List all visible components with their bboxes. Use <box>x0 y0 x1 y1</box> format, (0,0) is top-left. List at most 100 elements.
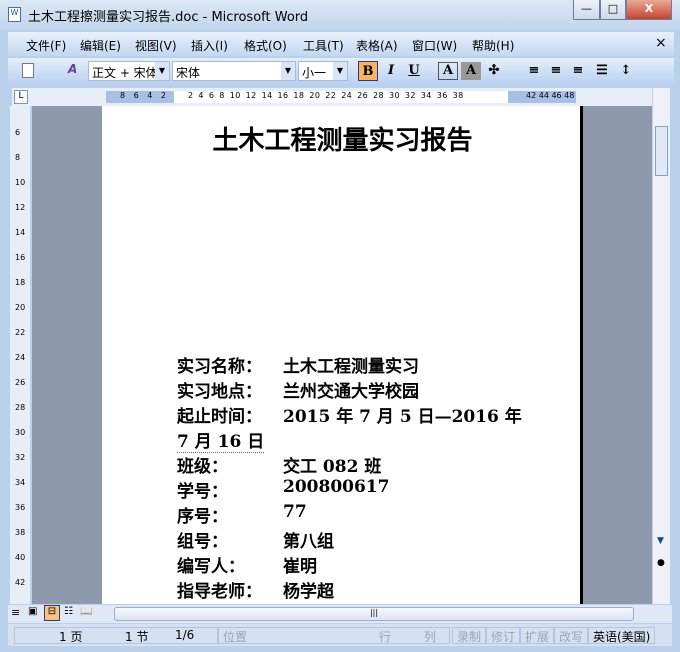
field-value: 兰州交通大学校园 <box>283 382 419 402</box>
normal-view-icon[interactable]: ≡ <box>11 606 20 619</box>
menu-help[interactable]: 帮助(H) <box>472 37 514 54</box>
status-track-changes[interactable]: 修订 <box>486 627 521 644</box>
vruler-number: 26 <box>15 378 26 387</box>
reading-layout-icon[interactable]: 📖 <box>80 606 92 617</box>
tab-selector-icon[interactable]: L <box>14 90 28 104</box>
vruler-number: 40 <box>15 553 26 562</box>
ruler-text-area: 2 4 6 8 10 12 14 16 18 20 22 24 26 28 30… <box>188 91 464 100</box>
horizontal-scrollbar[interactable]: ≡ ▣ ⊟ ☷ 📖 ||| <box>8 605 672 623</box>
maximize-button[interactable]: □ <box>600 0 626 20</box>
menu-view[interactable]: 视图(V) <box>135 37 177 54</box>
field-value: 交工 082 班 <box>283 457 382 477</box>
status-record[interactable]: 录制 <box>452 627 487 644</box>
character-border-button[interactable]: A <box>438 62 458 80</box>
status-extend[interactable]: 扩展 <box>520 627 555 644</box>
field-row: 实习名称： 土木工程测量实习 <box>177 352 419 377</box>
style-value: 正文 + 宋体 <box>92 66 158 80</box>
horizontal-scroll-thumb[interactable]: ||| <box>114 607 634 621</box>
status-bar: 1 页 1 节 1/6 位置 行 列 录制 修订 扩展 改写 英语(美国) <box>8 624 672 646</box>
field-row: 班级： 交工 082 班 <box>177 452 381 477</box>
style-select[interactable]: 正文 + 宋体 ▼ <box>88 61 170 81</box>
status-page: 1 页 <box>59 630 83 644</box>
menu-bar: 文件(F) 编辑(E) 视图(V) 插入(I) 格式(O) 工具(T) 表格(A… <box>8 32 674 56</box>
field-label: 实习名称： <box>177 357 262 377</box>
italic-button[interactable]: I <box>381 61 401 81</box>
close-document-button[interactable]: × <box>655 35 667 51</box>
align-center-icon[interactable]: ≡ <box>546 61 566 81</box>
field-row: 指导老师： 杨学超 <box>177 577 334 602</box>
select-browse-object-icon[interactable]: ● <box>657 558 665 568</box>
character-scaling-icon[interactable]: ✣ <box>484 61 504 81</box>
font-size-select[interactable]: 小一 ▼ <box>298 61 348 81</box>
bold-button[interactable]: B <box>358 61 378 81</box>
vruler-number: 32 <box>15 453 26 462</box>
field-value: 土木工程测量实习 <box>283 357 419 377</box>
distributed-align-icon[interactable]: ☰ <box>592 61 612 81</box>
field-row: 7 月 16 日 <box>177 427 265 453</box>
web-layout-view-icon[interactable]: ▣ <box>28 606 37 617</box>
vruler-number: 24 <box>15 353 26 362</box>
field-row: 编写人： 崔明 <box>177 552 317 577</box>
field-value: 77 <box>283 502 307 522</box>
scroll-thumb[interactable] <box>655 126 668 176</box>
vruler-number: 42 <box>15 578 26 587</box>
print-layout-view-icon[interactable]: ⊟ <box>44 605 60 621</box>
vruler-number: 14 <box>15 228 26 237</box>
menu-tools[interactable]: 工具(T) <box>303 37 344 54</box>
window-title: 土木工程擦测量实习报告.doc - Microsoft Word <box>28 10 309 25</box>
align-right-icon[interactable]: ≡ <box>568 61 588 81</box>
menu-insert[interactable]: 插入(I) <box>191 37 228 54</box>
status-section: 1 节 <box>125 630 149 644</box>
vruler-number: 12 <box>15 203 26 212</box>
field-row: 序号： 77 <box>177 502 307 527</box>
line-spacing-icon[interactable]: ↕ <box>616 61 636 81</box>
field-row: 起止时间： 2015 年 7 月 5 日—2016 年 <box>177 402 522 427</box>
document-page[interactable]: 土木工程测量实习报告 实习名称： 土木工程测量实习 实习地点： 兰州交通大学校园 起止时… <box>102 106 583 604</box>
field-row: 实习地点： 兰州交通大学校园 <box>177 377 419 402</box>
underline-button[interactable]: U <box>404 61 424 81</box>
vruler-number: 20 <box>15 303 26 312</box>
menu-format[interactable]: 格式(O) <box>244 37 287 54</box>
field-label: 序号： <box>177 507 228 527</box>
minimize-button[interactable]: — <box>573 0 600 20</box>
ruler-right-margin: 42 44 46 48 <box>508 91 576 103</box>
status-overtype[interactable]: 改写 <box>554 627 589 644</box>
status-column: 列 <box>424 630 437 644</box>
field-row: 学号： 200800617 <box>177 477 389 502</box>
outline-view-icon[interactable]: ☷ <box>64 606 73 617</box>
menu-table[interactable]: 表格(A) <box>356 37 398 54</box>
font-select[interactable]: 宋体 ▼ <box>172 61 296 81</box>
field-value: 崔明 <box>283 557 317 577</box>
field-label: 起止时间： <box>177 407 262 427</box>
vruler-number: 36 <box>15 503 26 512</box>
vertical-scrollbar[interactable]: ▼ ● <box>652 88 670 604</box>
status-page-info: 1 页 1 节 1/6 <box>14 627 218 644</box>
field-label: 实习地点： <box>177 382 262 402</box>
font-value: 宋体 <box>176 66 201 80</box>
menu-window[interactable]: 窗口(W) <box>412 37 457 54</box>
field-value: 7 月 16 日 <box>177 432 265 453</box>
field-value: 第八组 <box>283 532 334 552</box>
field-value: 200800617 <box>283 477 390 497</box>
new-document-icon[interactable] <box>22 63 34 78</box>
close-button[interactable]: X <box>626 0 672 20</box>
chevron-down-icon: ▼ <box>333 62 347 80</box>
status-line: 行 <box>379 630 392 644</box>
font-size-value: 小一 <box>302 66 327 80</box>
scroll-down-icon[interactable]: ▼ <box>657 536 664 546</box>
align-justify-icon[interactable]: ≡ <box>524 61 544 81</box>
formatting-toolbar: A 正文 + 宋体 ▼ 宋体 ▼ 小一 ▼ B I U A A ✣ ≡ ≡ ≡ ☰ ↕ <box>8 58 674 86</box>
field-label: 指导老师： <box>177 582 262 602</box>
status-position-label: 位置 <box>223 630 248 644</box>
status-language[interactable]: 英语(美国) <box>588 627 656 644</box>
menu-file[interactable]: 文件(F) <box>26 37 66 54</box>
styles-icon[interactable]: A <box>68 62 77 76</box>
vertical-ruler[interactable]: 6 8 10 12 14 16 18 20 22 24 26 28 30 32 34 36 38 40 42 <box>10 106 30 604</box>
ruler-left-margin: 8 6 4 2 <box>106 91 174 103</box>
vruler-number: 10 <box>15 178 26 187</box>
character-shading-button[interactable]: A <box>461 62 481 80</box>
menu-edit[interactable]: 编辑(E) <box>80 37 121 54</box>
vruler-number: 18 <box>15 278 26 287</box>
field-value: 2015 年 7 月 5 日—2016 年 <box>283 407 522 427</box>
vruler-number: 6 <box>15 128 21 137</box>
